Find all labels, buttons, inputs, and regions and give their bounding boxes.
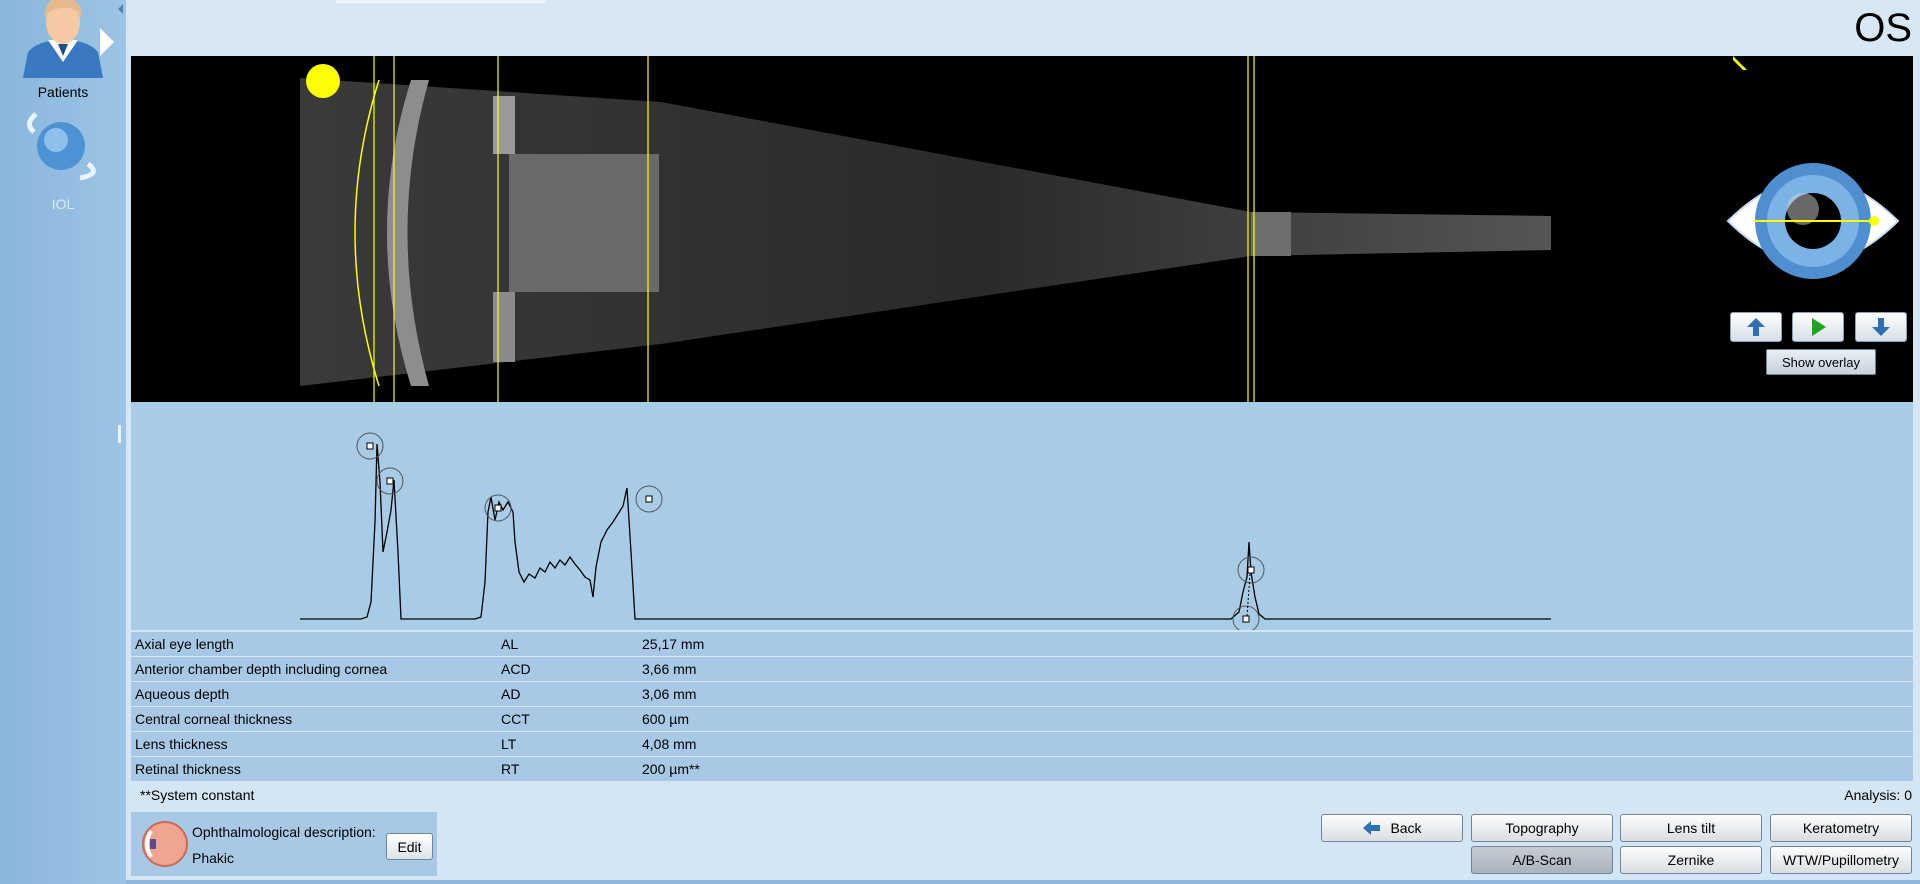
resize-grip[interactable] [118,425,121,443]
measurement-name: Aqueous depth [135,686,230,702]
back-button[interactable]: Back [1321,814,1463,842]
peak-handle-1[interactable] [366,442,374,450]
topography-button[interactable]: Topography [1471,814,1613,842]
wtw-pupillometry-button[interactable]: WTW/Pupillometry [1770,846,1912,874]
b-scan-image[interactable] [131,56,1913,402]
measurement-value: 3,06 mm [642,686,697,702]
ophthalmological-description-label: Ophthalmological description: [192,824,376,840]
edit-button[interactable]: Edit [386,833,433,860]
top-tab[interactable] [336,0,546,3]
measurement-abbr: RT [501,761,520,777]
scan-up-button[interactable] [1730,312,1782,342]
measurement-value: 600 µm [642,711,689,727]
sidebar-item-iol[interactable]: IOL [0,104,126,212]
measurement-abbr: CCT [501,711,530,727]
peak-handle-3[interactable] [494,504,502,512]
scan-down-button[interactable] [1855,312,1907,342]
peak-markers[interactable] [356,432,1265,633]
b-scan-visual [300,56,1747,402]
lens-echo [509,154,659,292]
arrow-down-icon [1872,318,1890,336]
eye-side-label: OS [1854,6,1912,50]
peak-handle-4[interactable] [645,495,653,503]
a-scan-plot[interactable] [131,402,1913,633]
measurement-value: 200 µm** [642,761,700,777]
main-area: OS Show overlay Axial eye length AL 25,1… [126,0,1920,884]
patient-avatar-icon [23,0,103,78]
table-row: Aqueous depth AD 3,06 mm [131,682,1913,706]
ophthalmological-description-panel: Ophthalmological description: Phakic Edi… [131,812,437,876]
measurement-name: Retinal thickness [135,761,241,777]
measurement-name: Lens thickness [135,736,228,752]
a-scan-signal [300,432,1551,633]
table-row: Central corneal thickness CCT 600 µm [131,707,1913,731]
analysis-count: Analysis: 0 [1844,787,1912,803]
show-overlay-button[interactable]: Show overlay [1766,349,1876,375]
eye-anatomy-icon [142,821,188,867]
bottom-edge [126,880,1920,884]
table-row: Anterior chamber depth including cornea … [131,657,1913,681]
corner-marker-icon [1733,56,1747,70]
measurement-abbr: ACD [501,661,531,677]
back-button-label: Back [1390,820,1422,836]
keratometry-button[interactable]: Keratometry [1770,814,1912,842]
measurement-abbr: AL [501,636,519,652]
iris-upper [493,96,515,154]
measurement-name: Axial eye length [135,636,234,652]
iris-lower [493,292,515,362]
ophthalmological-description-value: Phakic [192,850,235,866]
top-bar: OS [126,0,1920,56]
table-row: Lens thickness LT 4,08 mm [131,732,1913,756]
table-row: Retinal thickness RT 200 µm** [131,757,1913,781]
retina-connector [1246,573,1251,617]
measurement-value: 25,17 mm [642,636,705,652]
eye-alignment-icon [1726,163,1900,279]
sidebar-expand-icon[interactable] [100,28,114,56]
status-indicator-dot [306,64,340,98]
measurement-name: Central corneal thickness [135,711,293,727]
measurement-name: Anterior chamber depth including cornea [135,661,388,677]
table-row: Axial eye length AL 25,17 mm [131,632,1913,656]
collapse-arrow-icon[interactable] [118,4,123,14]
measurement-value: 3,66 mm [642,661,697,677]
back-arrow-icon [1363,821,1381,835]
retina-echo [1251,212,1291,256]
peak-handles[interactable] [366,442,1255,623]
peak-handle-5[interactable] [1247,566,1255,574]
lens-tilt-button[interactable]: Lens tilt [1620,814,1762,842]
sidebar-item-label: Patients [37,84,89,100]
measurement-abbr: LT [501,736,517,752]
a-scan-trace [300,443,1551,620]
measurement-abbr: AD [501,686,521,702]
measurement-table: Axial eye length AL 25,17 mm Anterior ch… [131,632,1913,782]
arrow-up-icon [1747,318,1765,336]
scan-beam [300,78,1551,386]
play-icon [1812,318,1826,336]
zernike-button[interactable]: Zernike [1620,846,1762,874]
peak-handle-6[interactable] [1242,615,1250,623]
peak-handle-2[interactable] [386,477,394,485]
measurement-value: 4,08 mm [642,736,697,752]
sidebar: Patients IOL [0,0,126,884]
system-constant-note: **System constant [140,787,255,803]
scan-play-button[interactable] [1792,312,1844,342]
ab-scan-button[interactable]: A/B-Scan [1471,846,1613,874]
sidebar-item-label: IOL [51,196,75,212]
iol-lens-icon [27,112,96,181]
